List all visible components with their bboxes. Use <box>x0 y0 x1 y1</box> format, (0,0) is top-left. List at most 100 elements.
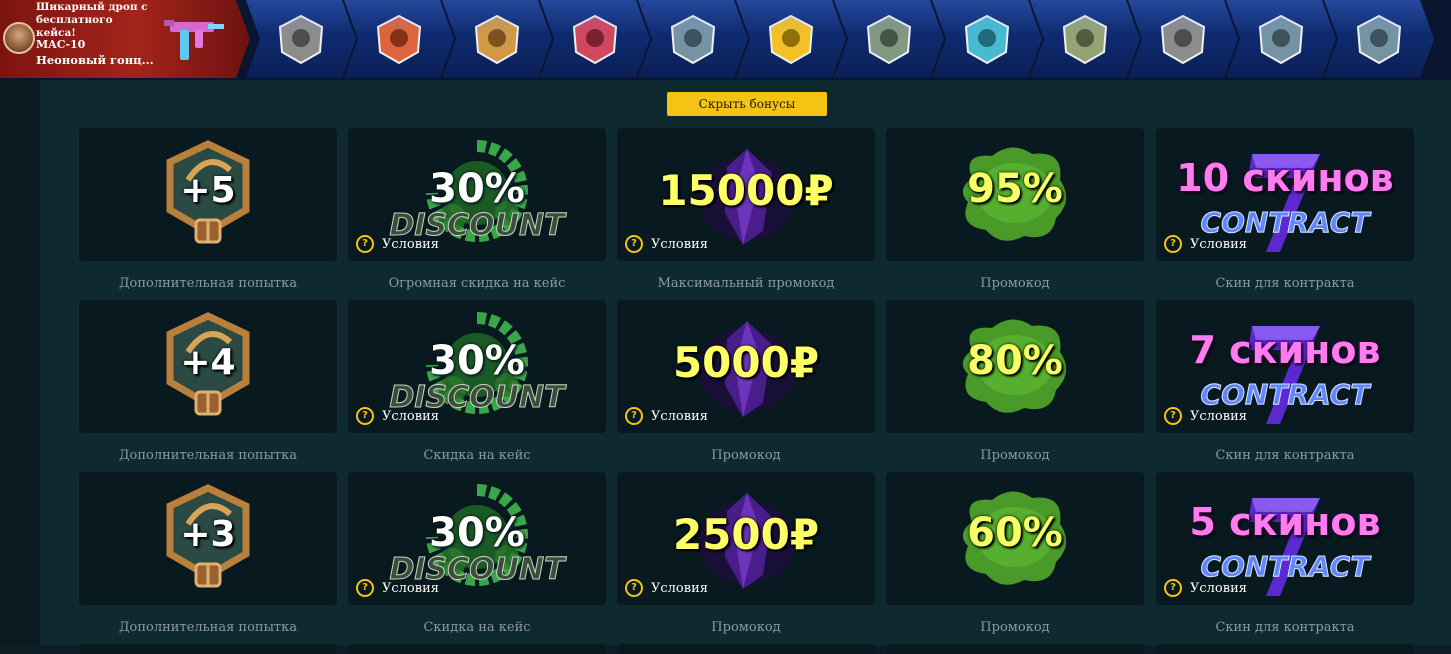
conditions-link[interactable]: ? Условия <box>1164 235 1247 253</box>
conditions-link[interactable]: ? Условия <box>1164 579 1247 597</box>
bonus-card-promo[interactable]: 95% <box>886 128 1144 261</box>
drop-item[interactable] <box>1128 0 1238 78</box>
featured-drop-skin: Неоновый гонц... <box>36 53 154 67</box>
question-icon: ? <box>625 235 643 253</box>
team-sticker-icon <box>474 14 520 65</box>
bonus-card-promo[interactable]: 60% <box>886 472 1144 605</box>
extra-attempt-count: +4 <box>180 342 236 383</box>
conditions-label: Условия <box>651 408 708 424</box>
question-icon: ? <box>356 235 374 253</box>
bonus-card-promo-max[interactable]: 5000₽? Условия <box>617 300 875 433</box>
drop-item[interactable] <box>932 0 1042 78</box>
bonus-card-promo[interactable]: 80% <box>886 300 1144 433</box>
bonus-card-attempt[interactable]: +5 <box>79 128 337 261</box>
promo-percent: 95% <box>967 166 1063 212</box>
bonus-caption: Дополнительная попытка <box>118 448 297 463</box>
featured-drop[interactable]: Шикарный дроп с бесплатного кейса! MAC-1… <box>0 0 250 78</box>
bonus-card-attempt[interactable]: +4 <box>79 300 337 433</box>
drop-item[interactable] <box>344 0 454 78</box>
bonus-caption: Скин для контракта <box>1215 620 1355 635</box>
live-drop-bar: Шикарный дроп с бесплатного кейса! MAC-1… <box>0 0 1451 80</box>
drop-item[interactable] <box>736 0 846 78</box>
question-icon: ? <box>356 579 374 597</box>
promo-percent: 80% <box>967 338 1063 384</box>
bonuses-section: Скрыть бонусы +5 Дополнительная попытка 30… <box>40 80 1451 654</box>
avatar <box>3 22 35 54</box>
question-icon: ? <box>1164 579 1182 597</box>
conditions-link[interactable]: ? Условия <box>356 579 439 597</box>
drop-item[interactable] <box>834 0 944 78</box>
gloves-sticker-icon <box>964 14 1010 65</box>
promo-percent: 60% <box>967 510 1063 556</box>
extra-attempt-count: +3 <box>180 514 236 555</box>
bonus-caption: Максимальный промокод <box>657 276 835 291</box>
bonus-caption: Промокод <box>711 448 781 463</box>
question-icon: ? <box>625 579 643 597</box>
promo-amount: 5000₽ <box>672 338 820 387</box>
bonus-card-discount[interactable]: 30% DISCOUNT? Условия <box>348 128 606 261</box>
acor-sticker-icon <box>670 14 716 65</box>
bonus-caption: Скидка на кейс <box>423 448 531 463</box>
discount-value: 30% <box>429 166 525 212</box>
smg-icon <box>164 20 224 60</box>
bonus-caption: Огромная скидка на кейс <box>388 276 566 291</box>
knife-icon <box>866 14 912 65</box>
drop-item[interactable] <box>1030 0 1140 78</box>
drop-item[interactable] <box>540 0 650 78</box>
drop-item[interactable] <box>1226 0 1336 78</box>
conditions-label: Условия <box>1190 408 1247 424</box>
drop-item[interactable] <box>1324 0 1434 78</box>
bonus-card-promo-max[interactable]: 15000₽? Условия <box>617 128 875 261</box>
featured-drop-title: Шикарный дроп с бесплатного кейса! <box>36 1 148 39</box>
conditions-label: Условия <box>651 580 708 596</box>
conditions-link[interactable]: ? Условия <box>1164 407 1247 425</box>
promo-amount: 2500₽ <box>672 510 820 559</box>
conditions-label: Условия <box>1190 580 1247 596</box>
drop-item[interactable] <box>246 0 356 78</box>
conditions-link[interactable]: ? Условия <box>625 579 708 597</box>
autograph-sticker-icon <box>1160 14 1206 65</box>
question-icon: ? <box>356 407 374 425</box>
dragon-sticker-icon <box>768 14 814 65</box>
conditions-link[interactable]: ? Условия <box>625 235 708 253</box>
hide-bonuses-button[interactable]: Скрыть бонусы <box>667 92 827 116</box>
conditions-link[interactable]: ? Условия <box>625 407 708 425</box>
bonus-caption: Скин для контракта <box>1215 276 1355 291</box>
acor-sticker-icon <box>1356 14 1402 65</box>
rifle-icon <box>1062 14 1108 65</box>
conditions-link[interactable]: ? Условия <box>356 407 439 425</box>
conditions-label: Условия <box>1190 236 1247 252</box>
bonus-caption: Скин для контракта <box>1215 448 1355 463</box>
conditions-label: Условия <box>382 580 439 596</box>
bonus-caption: Дополнительная попытка <box>118 276 297 291</box>
bonus-card-promo-max[interactable]: 2500₽? Условия <box>617 472 875 605</box>
bonus-card-discount[interactable]: 30% DISCOUNT? Условия <box>348 472 606 605</box>
featured-drop-weapon: MAC-10 <box>36 38 86 51</box>
shiro-sticker-icon <box>572 14 618 65</box>
drop-item[interactable] <box>638 0 748 78</box>
contract-skin-count: 7 скинов <box>1189 328 1381 372</box>
bonus-card-contract[interactable]: 5 скинов CONTRACT? Условия <box>1156 472 1414 605</box>
question-icon: ? <box>1164 235 1182 253</box>
question-icon: ? <box>625 407 643 425</box>
conditions-link[interactable]: ? Условия <box>356 235 439 253</box>
discount-value: 30% <box>429 338 525 384</box>
discount-value: 30% <box>429 510 525 556</box>
conditions-label: Условия <box>382 408 439 424</box>
contract-skin-count: 5 скинов <box>1189 500 1381 544</box>
bonus-card-contract[interactable]: 7 скинов CONTRACT? Условия <box>1156 300 1414 433</box>
bonus-caption: Промокод <box>711 620 781 635</box>
question-icon: ? <box>1164 407 1182 425</box>
navi-sticker-icon <box>376 14 422 65</box>
contract-skin-count: 10 скинов <box>1176 156 1394 200</box>
drop-item[interactable] <box>442 0 552 78</box>
bonus-card-discount[interactable]: 30% DISCOUNT? Условия <box>348 300 606 433</box>
extra-attempt-count: +5 <box>180 170 236 211</box>
bonus-caption: Промокод <box>980 276 1050 291</box>
bonus-caption: Скидка на кейс <box>423 620 531 635</box>
skull-sticker-icon <box>278 14 324 65</box>
bonus-card-attempt[interactable]: +3 <box>79 472 337 605</box>
left-panel <box>0 80 40 646</box>
bonus-caption: Промокод <box>980 620 1050 635</box>
bonus-card-contract[interactable]: 10 скинов CONTRACT? Условия <box>1156 128 1414 261</box>
